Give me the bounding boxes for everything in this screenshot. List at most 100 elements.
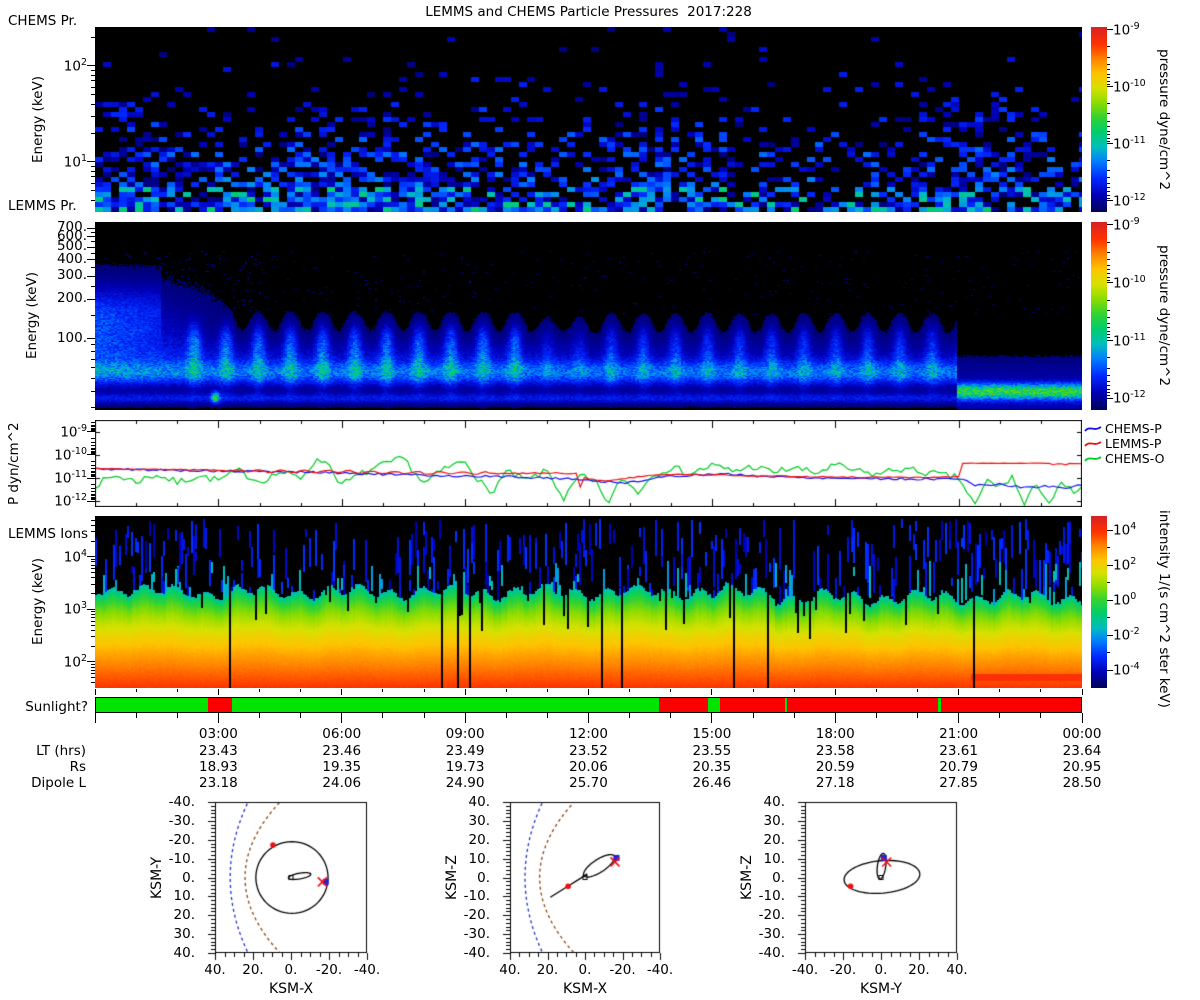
ephemeris-row-label-dipole: Dipole L bbox=[31, 775, 86, 791]
lemms-pressure-spectrogram bbox=[95, 222, 1082, 410]
orbit-y-tick-label: 20. bbox=[468, 831, 490, 848]
orbit-y-tick-label: -10. bbox=[758, 888, 785, 905]
tick-mark bbox=[1107, 269, 1110, 271]
tick-mark bbox=[1107, 56, 1110, 58]
colorbar-tick-label: 10-12 bbox=[1113, 389, 1146, 407]
tick-mark bbox=[91, 614, 95, 616]
tick-mark bbox=[1040, 713, 1042, 718]
tick-mark bbox=[135, 689, 137, 692]
colorbar-tick-label: 10-4 bbox=[1113, 661, 1140, 679]
tick-mark bbox=[91, 677, 95, 679]
time-tick-label: 18:00 bbox=[815, 726, 855, 742]
tick-mark bbox=[91, 69, 95, 71]
time-tick-label: 12:00 bbox=[569, 726, 608, 742]
orbit-x-tick-label: -40. bbox=[353, 962, 381, 978]
tick-mark bbox=[588, 689, 589, 695]
tick-mark bbox=[91, 442, 95, 444]
tick-mark bbox=[1107, 374, 1110, 376]
colorbar-tick-label: 10-2 bbox=[1113, 626, 1140, 644]
tick-mark bbox=[1107, 279, 1110, 281]
y-tick-label: 300. bbox=[56, 267, 87, 284]
tick-mark bbox=[1107, 331, 1110, 333]
time-tick-label: 00:00 bbox=[1062, 726, 1102, 742]
orbit-y-tick-label: 30. bbox=[468, 812, 490, 829]
ephemeris-value: 19.73 bbox=[445, 759, 485, 775]
tick-mark bbox=[91, 241, 95, 243]
tick-mark bbox=[382, 713, 384, 718]
tick-mark bbox=[91, 540, 95, 542]
tick-mark bbox=[546, 713, 548, 718]
tick-mark bbox=[300, 689, 302, 692]
tick-mark bbox=[91, 86, 95, 88]
tick-mark bbox=[91, 558, 95, 560]
tick-mark bbox=[1081, 713, 1083, 723]
sunlight-segment-dark bbox=[941, 698, 1081, 712]
legend-item-lemms-p: LEMMS-P bbox=[1084, 436, 1161, 451]
tick-mark bbox=[875, 689, 877, 692]
tick-mark bbox=[505, 689, 507, 692]
orbit-x-tick-label: -40. bbox=[646, 962, 674, 978]
tick-mark bbox=[999, 689, 1001, 692]
legend-label-lemms-p: LEMMS-P bbox=[1105, 436, 1162, 451]
orbit-plot-ksmx-ksmz bbox=[498, 790, 672, 965]
tick-mark bbox=[546, 689, 548, 692]
ephemeris-value: 23.52 bbox=[569, 743, 608, 759]
tick-mark bbox=[752, 713, 754, 718]
legend-item-chems-o: CHEMS-O bbox=[1084, 451, 1164, 466]
tick-mark bbox=[91, 36, 95, 38]
orbit-plot-ksmx-ksmy bbox=[203, 790, 379, 965]
orbit3-xlabel: KSM-Y bbox=[859, 981, 903, 997]
pressure-line-plot bbox=[95, 420, 1082, 507]
tick-mark bbox=[958, 713, 960, 723]
tick-mark bbox=[91, 663, 95, 665]
orbit-y-tick-label: -40. bbox=[758, 945, 785, 961]
tick-mark bbox=[1107, 388, 1110, 390]
tick-mark bbox=[629, 713, 631, 718]
sunlight-segment-lit bbox=[231, 698, 660, 712]
tick-mark bbox=[341, 689, 343, 695]
tick-mark bbox=[1107, 582, 1110, 584]
orbit-y-tick-label: 30. bbox=[173, 926, 195, 943]
tick-mark bbox=[1107, 137, 1110, 139]
tick-mark bbox=[91, 190, 95, 192]
colorbar-tick-label: 102 bbox=[1113, 556, 1137, 574]
tick-mark bbox=[91, 182, 95, 184]
legend-item-chems-p: CHEMS-P bbox=[1084, 421, 1162, 436]
tick-mark bbox=[91, 524, 95, 526]
tick-mark bbox=[87, 338, 95, 340]
axis-label-energy-chems: Energy (keV) bbox=[30, 76, 46, 163]
tick-mark bbox=[87, 500, 95, 502]
tick-mark bbox=[1107, 197, 1110, 199]
colorbar-ion-intensity bbox=[1091, 516, 1107, 688]
tick-mark bbox=[91, 531, 95, 533]
tick-mark bbox=[1107, 264, 1110, 266]
orbit-y-tick-label: 10. bbox=[468, 850, 490, 867]
orbit-y-tick-label: 40. bbox=[173, 945, 195, 961]
tick-mark bbox=[300, 713, 302, 718]
ephemeris-value: 18.93 bbox=[199, 759, 238, 775]
tick-mark bbox=[875, 713, 877, 718]
legend-line-chems-p-icon bbox=[1084, 426, 1102, 432]
tick-mark bbox=[91, 165, 95, 167]
sunlight-segment-lit bbox=[707, 698, 721, 712]
tick-mark bbox=[91, 465, 95, 467]
tick-mark bbox=[87, 477, 95, 479]
tick-mark bbox=[1107, 617, 1110, 619]
tick-mark bbox=[670, 689, 672, 692]
ephemeris-row-label-rs: Rs bbox=[69, 759, 86, 775]
ephemeris-value: 23.18 bbox=[199, 775, 238, 791]
y-tick-label: 10-12 bbox=[54, 492, 87, 510]
tick-mark bbox=[1107, 547, 1110, 549]
tick-mark bbox=[91, 491, 95, 493]
ephemeris-value: 23.55 bbox=[692, 743, 732, 759]
tick-mark bbox=[1107, 380, 1110, 382]
tick-mark bbox=[834, 713, 836, 723]
tick-mark bbox=[711, 689, 713, 695]
tick-mark bbox=[1107, 241, 1110, 243]
tick-mark bbox=[91, 468, 95, 470]
panel-label-lemms-ions: LEMMS Ions bbox=[8, 526, 89, 542]
y-tick-label: 100. bbox=[56, 329, 87, 346]
y-tick-label: 101 bbox=[63, 152, 87, 171]
sunlight-segment-lit bbox=[96, 698, 209, 712]
tick-mark bbox=[87, 298, 95, 300]
